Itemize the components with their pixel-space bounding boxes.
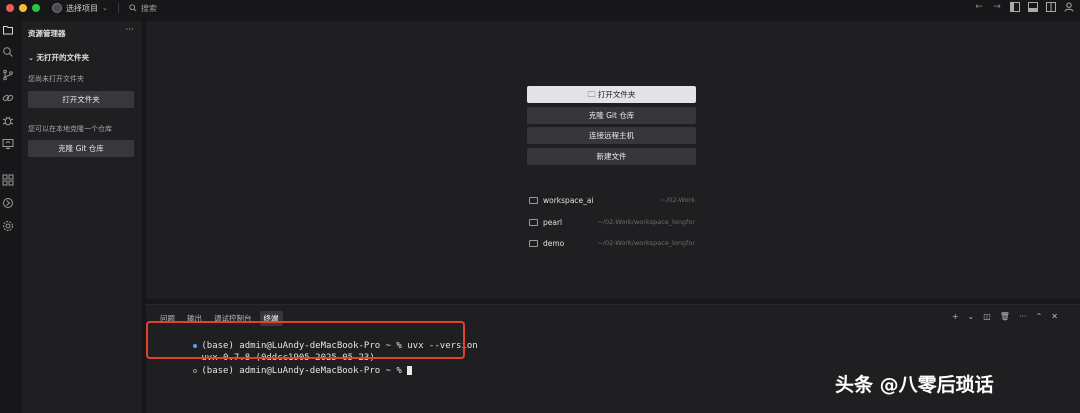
debug-icon[interactable]	[2, 115, 14, 127]
sidebar-clone-repo-button[interactable]: 克隆 Git 仓库	[28, 140, 134, 157]
account-icon[interactable]	[1064, 2, 1074, 12]
command-pending-dot	[193, 368, 198, 373]
project-selector-label: 选择项目	[66, 3, 98, 13]
open-folder-button[interactable]: 🗀 打开文件夹	[527, 86, 696, 103]
no-folder-section-label: 无打开的文件夹	[36, 53, 90, 62]
recent-project-name: pearl	[543, 217, 563, 227]
sidebar-open-folder-button[interactable]: 打开文件夹	[28, 91, 134, 108]
recent-project-path: ~/02-Work	[660, 196, 695, 204]
activity-bar	[0, 16, 16, 413]
search-placeholder: 搜索	[140, 3, 157, 13]
remote-explorer-icon[interactable]	[2, 138, 14, 150]
close-panel-icon[interactable]: ✕	[1051, 312, 1058, 321]
open-folder-label: 打开文件夹	[597, 90, 636, 99]
recent-project-item[interactable]: workspace_ai ~/02-Work	[529, 193, 695, 207]
more-actions-icon[interactable]: ···	[125, 25, 134, 35]
connect-remote-button[interactable]: 连接远程主机	[527, 127, 696, 144]
source-control-icon[interactable]	[2, 69, 14, 81]
titlebar-divider	[117, 3, 119, 13]
split-terminal-icon[interactable]: ◫	[983, 312, 991, 321]
folder-icon	[529, 239, 538, 247]
window-controls	[6, 4, 40, 12]
link-icon[interactable]	[2, 92, 14, 104]
settings-gear-icon[interactable]	[2, 220, 14, 232]
extensions-icon[interactable]	[2, 174, 14, 186]
minimize-window-button[interactable]	[19, 4, 27, 12]
folder-icon	[529, 196, 538, 204]
folder-icon	[529, 218, 538, 226]
explorer-sidebar: 资源管理器 ··· ⌄ 无打开的文件夹 您尚未打开文件夹 打开文件夹 您可以在本…	[22, 21, 142, 413]
back-arrow-icon[interactable]: ←	[974, 2, 984, 12]
maximize-window-button[interactable]	[32, 4, 40, 12]
highlight-annotation	[146, 321, 465, 359]
no-folder-section[interactable]: ⌄ 无打开的文件夹	[28, 52, 89, 63]
no-folder-message: 您尚未打开文件夹	[28, 75, 84, 83]
forward-arrow-icon[interactable]: →	[992, 2, 1002, 12]
toggle-sidebar-icon[interactable]	[1010, 2, 1020, 12]
explorer-icon[interactable]	[2, 24, 14, 36]
search-icon	[129, 4, 137, 12]
explorer-title: 资源管理器	[28, 29, 66, 38]
new-terminal-icon[interactable]: +	[952, 312, 959, 321]
ai-assistant-icon[interactable]	[2, 197, 14, 209]
project-selector[interactable]: 选择项目 ⌄	[52, 3, 108, 14]
terminal-line: (base) admin@LuAndy-deMacBook-Pro ~ %	[150, 356, 413, 386]
terminal-cursor	[407, 366, 413, 375]
clone-repo-message: 您可以在本地克隆一个仓库	[28, 125, 112, 133]
terminal-line-text: (base) admin@LuAndy-deMacBook-Pro ~ %	[201, 366, 408, 376]
titlebar-actions: ← →	[974, 2, 1074, 12]
title-bar: 选择项目 ⌄ 搜索 ← →	[0, 0, 1080, 16]
chevron-down-icon: ⌄	[28, 54, 34, 62]
close-window-button[interactable]	[6, 4, 14, 12]
recent-project-name: workspace_ai	[543, 195, 594, 205]
recent-project-item[interactable]: pearl ~/02-Work/workspace_longfor	[529, 215, 695, 229]
trash-icon[interactable]: 🗑	[1000, 312, 1010, 321]
recent-project-item[interactable]: demo ~/02-Work/workspace_longfor	[529, 236, 695, 250]
new-file-button[interactable]: 新建文件	[527, 148, 696, 165]
more-actions-icon[interactable]: ···	[1019, 312, 1027, 321]
search-icon[interactable]	[2, 46, 14, 58]
search-box[interactable]: 搜索	[129, 3, 157, 14]
project-logo-icon	[52, 3, 62, 13]
folder-open-icon: 🗀	[587, 90, 596, 99]
chevron-down-icon: ⌄	[102, 4, 108, 12]
recent-project-name: demo	[543, 238, 565, 248]
maximize-panel-icon[interactable]: ⌃	[1036, 312, 1043, 321]
recent-project-path: ~/02-Work/workspace_longfor	[597, 239, 695, 247]
recent-project-path: ~/02-Work/workspace_longfor	[597, 218, 695, 226]
watermark: 头条 @八零后琐话	[835, 374, 994, 396]
toggle-panel-icon[interactable]	[1028, 2, 1038, 12]
panel-toolbar: + ⌄ ◫ 🗑 ··· ⌃ ✕	[952, 312, 1058, 321]
app-window: 选择项目 ⌄ 搜索 ← → 资源管理器 ··· ⌄ 无打开的文件夹 您尚未打开文…	[0, 0, 1080, 413]
split-layout-icon[interactable]	[1046, 2, 1056, 12]
chevron-down-icon[interactable]: ⌄	[968, 312, 975, 321]
welcome-editor: 🗀 打开文件夹 克隆 Git 仓库 连接远程主机 新建文件 workspace_…	[146, 21, 1080, 299]
clone-git-button[interactable]: 克隆 Git 仓库	[527, 107, 696, 124]
